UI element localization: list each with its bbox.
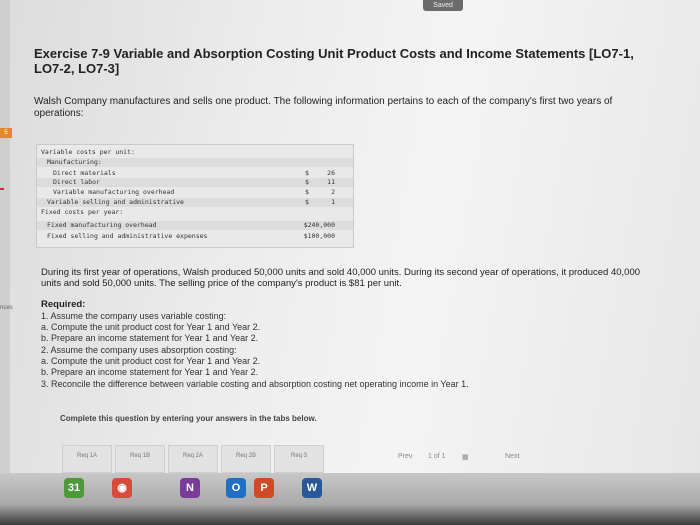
word-icon[interactable]: W xyxy=(302,478,322,498)
required-heading: Required: xyxy=(41,299,86,310)
row-label: Manufacturing: xyxy=(47,158,102,166)
next-button[interactable]: Next xyxy=(505,453,519,460)
page-position: 1 of 1 xyxy=(428,453,446,460)
table-row: Fixed costs per year: xyxy=(37,208,353,217)
table-row: Variable manufacturing overhead $2 xyxy=(37,188,353,197)
browser-viewport: 5 nces Saved Exercise 7-9 Variable and A… xyxy=(0,0,700,500)
table-row: Manufacturing: xyxy=(37,158,353,167)
gutter-label: nces xyxy=(0,305,13,311)
required-item: a. Compute the unit product cost for Yea… xyxy=(41,322,261,332)
taskbar-dock xyxy=(0,473,700,525)
table-row: Fixed selling and administrative expense… xyxy=(37,232,353,241)
tab-req-2b[interactable]: Req 2B xyxy=(221,445,271,473)
calendar-icon[interactable]: 31 xyxy=(64,478,84,498)
required-item: b. Prepare an income statement for Year … xyxy=(41,333,259,343)
outlook-icon[interactable]: O xyxy=(226,478,246,498)
tab-req-1b[interactable]: Req 1B xyxy=(115,445,165,473)
required-item: b. Prepare an income statement for Year … xyxy=(41,367,259,377)
gutter-tab[interactable]: 5 xyxy=(0,128,12,138)
row-label: Variable selling and administrative xyxy=(47,198,184,206)
grid-icon[interactable]: ▦ xyxy=(462,453,469,461)
tab-req-1a[interactable]: Req 1A xyxy=(62,445,112,473)
required-item: 3. Reconcile the difference between vari… xyxy=(41,379,469,389)
instruction-text: Complete this question by entering your … xyxy=(60,414,317,423)
table-row: Direct labor $11 xyxy=(37,178,353,187)
row-currency: $ xyxy=(305,188,309,196)
production-narrative: During its first year of operations, Wal… xyxy=(41,267,641,289)
cost-data-table: Variable costs per unit: Manufacturing: Di… xyxy=(36,144,354,248)
row-label: Fixed selling and administrative expense… xyxy=(47,232,208,240)
row-label: Fixed manufacturing overhead xyxy=(47,221,157,229)
row-amount: $100,000 xyxy=(303,232,335,240)
required-item: a. Compute the unit product cost for Yea… xyxy=(41,356,261,366)
row-currency: $ xyxy=(305,169,309,177)
row-amount: 26 xyxy=(327,169,335,177)
table-row: Fixed manufacturing overhead $240,000 xyxy=(37,221,353,230)
row-amount: $240,000 xyxy=(303,221,335,229)
exercise-intro: Walsh Company manufactures and sells one… xyxy=(34,96,613,119)
chrome-icon[interactable]: ◉ xyxy=(112,478,132,498)
row-currency: $ xyxy=(305,178,309,186)
tab-req-3[interactable]: Req 3 xyxy=(274,445,324,473)
saved-status-badge: Saved xyxy=(423,0,463,11)
row-label: Direct labor xyxy=(53,178,100,186)
tab-req-2a[interactable]: Req 2A xyxy=(168,445,218,473)
table-row: Variable selling and administrative $1 xyxy=(37,198,353,207)
powerpoint-icon[interactable]: P xyxy=(254,478,274,498)
required-item: 2. Assume the company uses absorption co… xyxy=(41,345,237,355)
table-row: Direct materials $26 xyxy=(37,169,353,178)
table-row: Variable costs per unit: xyxy=(37,148,353,157)
onenote-icon[interactable]: N xyxy=(180,478,200,498)
row-currency: $ xyxy=(305,198,309,206)
row-label: Variable costs per unit: xyxy=(41,148,135,156)
row-amount: 2 xyxy=(331,188,335,196)
row-amount: 1 xyxy=(331,198,335,206)
row-label: Variable manufacturing overhead xyxy=(53,188,175,196)
required-item: 1. Assume the company uses variable cost… xyxy=(41,311,227,321)
left-gutter: 5 nces xyxy=(0,0,13,500)
row-amount: 11 xyxy=(327,178,335,186)
exercise-title: Exercise 7-9 Variable and Absorption Cos… xyxy=(34,46,634,76)
row-label: Fixed costs per year: xyxy=(41,208,124,216)
row-label: Direct materials xyxy=(53,169,116,177)
prev-button[interactable]: Prev xyxy=(398,453,412,460)
gutter-marker xyxy=(0,188,4,190)
